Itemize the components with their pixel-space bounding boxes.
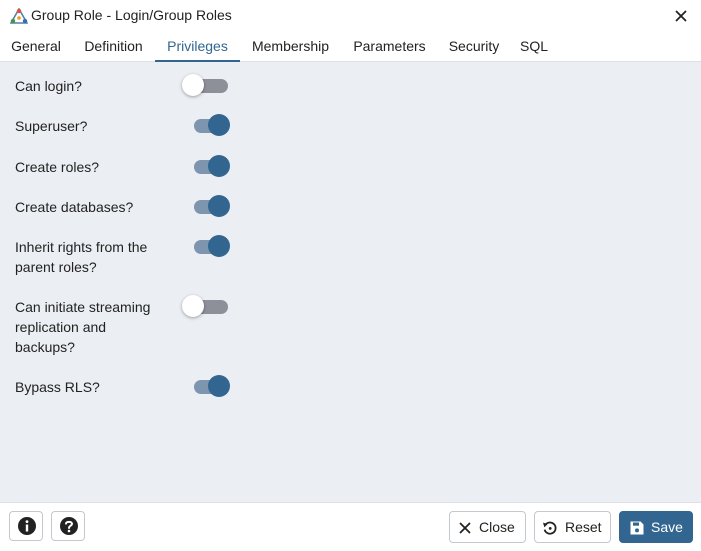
streaming-replication-switch[interactable] (182, 295, 232, 317)
create-databases-label: Create databases? (15, 199, 134, 215)
switch-knob (182, 74, 204, 96)
tab-general[interactable]: General (0, 32, 72, 62)
bypass-rls-switch[interactable] (192, 375, 232, 397)
tab-definition[interactable]: Definition (72, 32, 155, 62)
reset-button-label: Reset (565, 519, 602, 535)
pgadmin-group-role-icon (9, 7, 29, 24)
tab-bar: General Definition Privileges Membership… (0, 32, 701, 62)
save-icon (630, 521, 644, 535)
switch-knob (208, 155, 230, 177)
create-roles-switch[interactable] (192, 155, 232, 177)
can-login-switch[interactable] (182, 74, 232, 96)
tab-parameters[interactable]: Parameters (341, 32, 438, 62)
close-button-label: Close (479, 519, 515, 535)
info-icon (18, 517, 36, 535)
help-button[interactable] (51, 511, 85, 541)
dialog-footer: Close Reset Save (0, 502, 701, 551)
close-button[interactable]: Close (449, 511, 526, 543)
switch-knob (208, 114, 230, 136)
info-button[interactable] (9, 511, 43, 541)
reset-button[interactable]: Reset (534, 511, 611, 543)
reset-icon (543, 521, 557, 535)
privileges-panel: Can login? Superuser? Create roles? Crea… (0, 62, 701, 502)
inherit-rights-label: Inherit rights from the parent roles? (15, 239, 148, 275)
help-icon (60, 517, 78, 535)
tab-sql[interactable]: SQL (510, 32, 558, 62)
save-button[interactable]: Save (619, 511, 693, 543)
streaming-replication-label: Can initiate streaming replication and b… (15, 299, 151, 355)
switch-knob (208, 195, 230, 217)
switch-knob (182, 295, 204, 317)
tab-privileges[interactable]: Privileges (155, 32, 240, 62)
switch-knob (208, 375, 230, 397)
switch-knob (208, 235, 230, 257)
close-icon (459, 522, 471, 534)
close-icon[interactable] (673, 8, 689, 24)
tab-security[interactable]: Security (438, 32, 510, 62)
can-login-label: Can login? (15, 78, 82, 94)
superuser-label: Superuser? (15, 118, 88, 134)
dialog-title: Group Role - Login/Group Roles (31, 7, 232, 23)
create-databases-switch[interactable] (192, 195, 232, 217)
bypass-rls-label: Bypass RLS? (15, 379, 100, 395)
tab-membership[interactable]: Membership (240, 32, 341, 62)
dialog-titlebar: Group Role - Login/Group Roles (0, 0, 701, 32)
save-button-label: Save (651, 519, 683, 535)
superuser-switch[interactable] (192, 114, 232, 136)
inherit-rights-switch[interactable] (192, 235, 232, 257)
create-roles-label: Create roles? (15, 159, 100, 175)
